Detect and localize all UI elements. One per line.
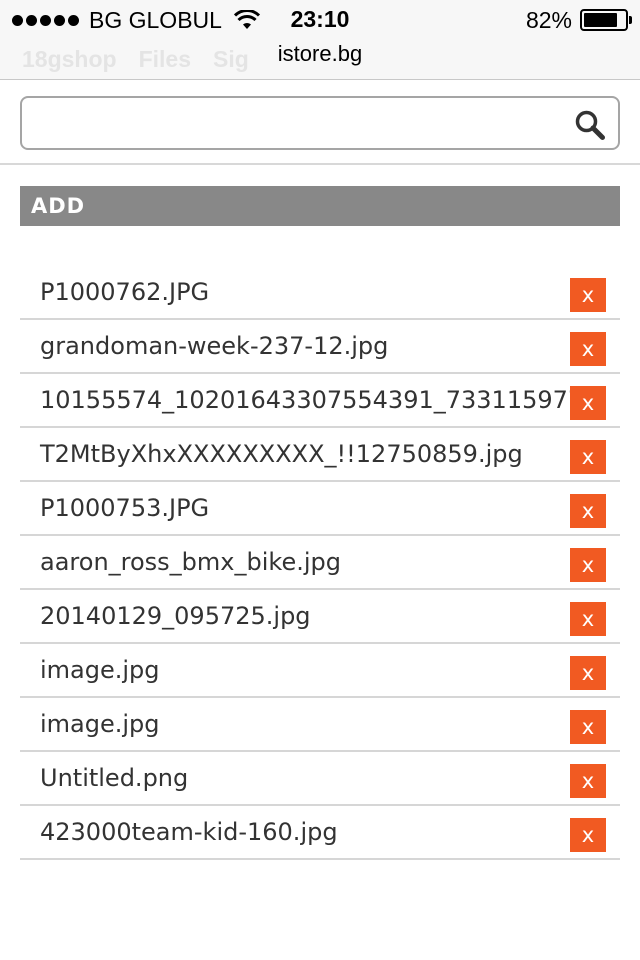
file-row: aaron_ross_bmx_bike.jpg x — [20, 536, 620, 590]
file-row: 10155574_10201643307554391_7331159774 x — [20, 374, 620, 428]
search-box[interactable] — [20, 96, 620, 150]
battery-percentage: 82% — [525, 6, 572, 33]
delete-file-button[interactable]: x — [570, 386, 606, 420]
add-button[interactable]: ADD — [20, 186, 620, 226]
file-name: P1000753.JPG — [40, 494, 210, 522]
file-name: 20140129_095725.jpg — [40, 602, 311, 630]
file-name: 10155574_10201643307554391_7331159774 — [40, 386, 599, 414]
delete-file-button[interactable]: x — [570, 656, 606, 690]
file-row: T2MtByXhxXXXXXXXXX_!!12750859.jpg x — [20, 428, 620, 482]
delete-file-button[interactable]: x — [570, 710, 606, 744]
status-right: 82% — [525, 6, 632, 34]
file-row: image.jpg x — [20, 698, 620, 752]
file-name: T2MtByXhxXXXXXXXXX_!!12750859.jpg — [40, 440, 523, 468]
delete-file-button[interactable]: x — [570, 494, 606, 528]
delete-file-button[interactable]: x — [570, 818, 606, 852]
file-name: Untitled.png — [40, 764, 189, 792]
file-row: 20140129_095725.jpg x — [20, 590, 620, 644]
delete-file-button[interactable]: x — [570, 332, 606, 366]
file-name: P1000762.JPG — [40, 278, 210, 306]
search-input[interactable] — [32, 102, 562, 144]
file-row: Untitled.png x — [20, 752, 620, 806]
address-bar[interactable]: 18gshop Files Sig istore.bg — [0, 40, 640, 80]
search-area — [0, 80, 640, 165]
url-label[interactable]: istore.bg — [0, 41, 640, 67]
battery-level — [584, 13, 617, 27]
file-name: image.jpg — [40, 656, 160, 684]
file-list: P1000762.JPG x grandoman-week-237-12.jpg x 1… — [20, 266, 640, 860]
file-row: grandoman-week-237-12.jpg x — [20, 320, 620, 374]
file-row: image.jpg x — [20, 644, 620, 698]
file-name: grandoman-week-237-12.jpg — [40, 332, 389, 360]
file-name: image.jpg — [40, 710, 160, 738]
delete-file-button[interactable]: x — [570, 548, 606, 582]
delete-file-button[interactable]: x — [570, 440, 606, 474]
delete-file-button[interactable]: x — [570, 278, 606, 312]
file-row: P1000762.JPG x — [20, 266, 620, 320]
file-row: P1000753.JPG x — [20, 482, 620, 536]
delete-file-button[interactable]: x — [570, 602, 606, 636]
search-icon[interactable] — [574, 109, 606, 141]
file-name: 423000team-kid-160.jpg — [40, 818, 338, 846]
delete-file-button[interactable]: x — [570, 764, 606, 798]
status-bar: BG GLOBUL 23:10 82% — [0, 0, 640, 40]
file-row: 423000team-kid-160.jpg x — [20, 806, 620, 860]
battery-icon — [580, 9, 632, 31]
file-name: aaron_ross_bmx_bike.jpg — [40, 548, 341, 576]
